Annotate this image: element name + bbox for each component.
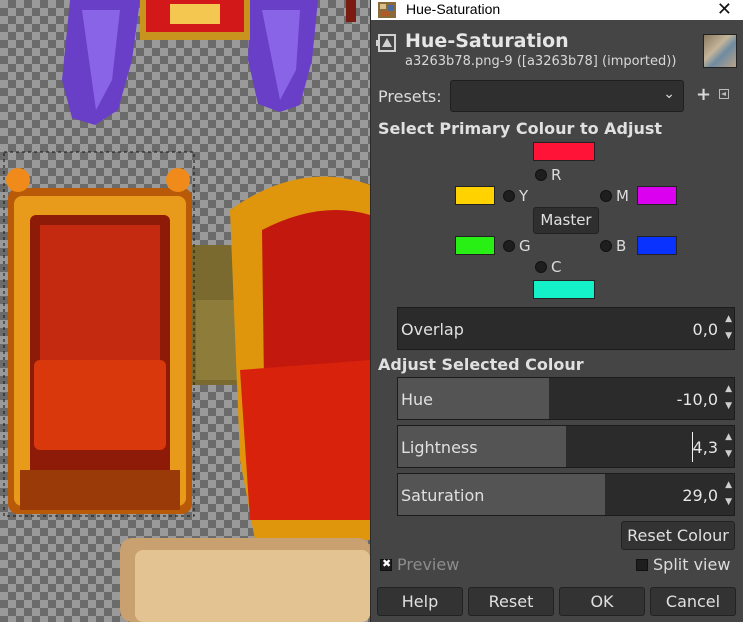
radio-blue[interactable] [600,240,612,252]
image-thumbnail [703,34,737,68]
lightness-label: Lightness [401,438,478,457]
label-c: C [551,258,562,276]
saturation-label: Saturation [401,486,485,505]
swatch-blue[interactable] [637,236,677,255]
ok-button[interactable]: OK [559,587,645,616]
image-name: a3263b78.png-9 ([a3263b78] (imported)) [405,54,677,69]
throne-left-base [20,470,180,510]
help-button[interactable]: Help [377,587,463,616]
split-view-label: Split view [653,555,731,574]
hue-saturation-tool-icon [376,34,396,52]
radio-green[interactable] [503,240,515,252]
adjust-colour-title: Adjust Selected Colour [378,355,584,374]
spin-arrows-icon[interactable]: ▲ ▼ [725,477,732,511]
label-r: R [551,166,562,184]
throne-left-seat [34,360,166,450]
hue-saturation-dialog: Hue-Saturation ✕ Hue-Saturation a3263b78… [370,0,743,622]
radio-magenta[interactable] [600,190,612,202]
cancel-button[interactable]: Cancel [650,587,736,616]
preview-checkbox[interactable]: ✖ [380,557,392,571]
master-button[interactable]: Master [533,207,599,234]
swatch-cyan[interactable] [533,280,595,299]
label-g: G [519,237,531,255]
title-bar: Hue-Saturation ✕ [371,0,743,20]
overlap-slider[interactable]: Overlap 0,0 ▲ ▼ [397,307,735,350]
window-title: Hue-Saturation [406,1,501,17]
presets-label: Presets: [378,87,442,106]
plus-icon[interactable]: + [696,84,711,105]
hue-saturation-icon [378,2,396,18]
radio-red[interactable] [535,169,547,181]
dialog-heading: Hue-Saturation [405,30,569,52]
chevron-down-icon: ⌄ [663,86,675,102]
image-canvas[interactable] [0,0,370,622]
throne-left-knob-r [166,168,190,192]
throne-right-seat [240,360,370,520]
canvas-artwork [3,0,370,622]
split-view-checkbox[interactable] [636,559,648,571]
spin-arrows-icon[interactable]: ▲ ▼ [725,429,732,463]
overlap-value: 0,0 [692,320,718,339]
hue-label: Hue [401,390,434,409]
reset-button[interactable]: Reset [468,587,554,616]
saturation-slider[interactable]: Saturation 29,0 ▲ ▼ [397,473,735,516]
primary-colour-title: Select Primary Colour to Adjust [378,119,663,138]
radio-cyan[interactable] [535,261,547,273]
spin-arrows-icon[interactable]: ▲ ▼ [725,381,732,415]
close-icon[interactable]: ✕ [717,0,732,20]
label-b: B [616,237,627,255]
reset-colour-button[interactable]: Reset Colour [621,521,735,550]
rug-inner [135,550,370,622]
label-y: Y [519,187,529,205]
swatch-green[interactable] [455,236,495,255]
swatch-magenta[interactable] [637,186,677,205]
lightness-slider[interactable]: Lightness 4,3 ▲ ▼ [397,425,735,468]
swatch-yellow[interactable] [455,186,495,205]
throne-left-knob-l [6,168,30,192]
preview-label: Preview [397,555,460,574]
hue-slider[interactable]: Hue -10,0 ▲ ▼ [397,377,735,420]
spin-arrows-icon[interactable]: ▲ ▼ [725,311,732,345]
check-mark-icon: ✖ [382,557,392,570]
swatch-red[interactable] [533,142,595,161]
menu-icon[interactable] [719,89,729,99]
post [346,0,356,22]
hue-value: -10,0 [676,390,718,409]
saturation-value: 29,0 [682,486,718,505]
banner-ornament [170,4,220,24]
overlap-label: Overlap [401,320,464,339]
presets-combo[interactable]: ⌄ [450,80,684,112]
radio-yellow[interactable] [503,190,515,202]
label-m: M [616,187,629,205]
lightness-value[interactable]: 4,3 [693,438,718,457]
